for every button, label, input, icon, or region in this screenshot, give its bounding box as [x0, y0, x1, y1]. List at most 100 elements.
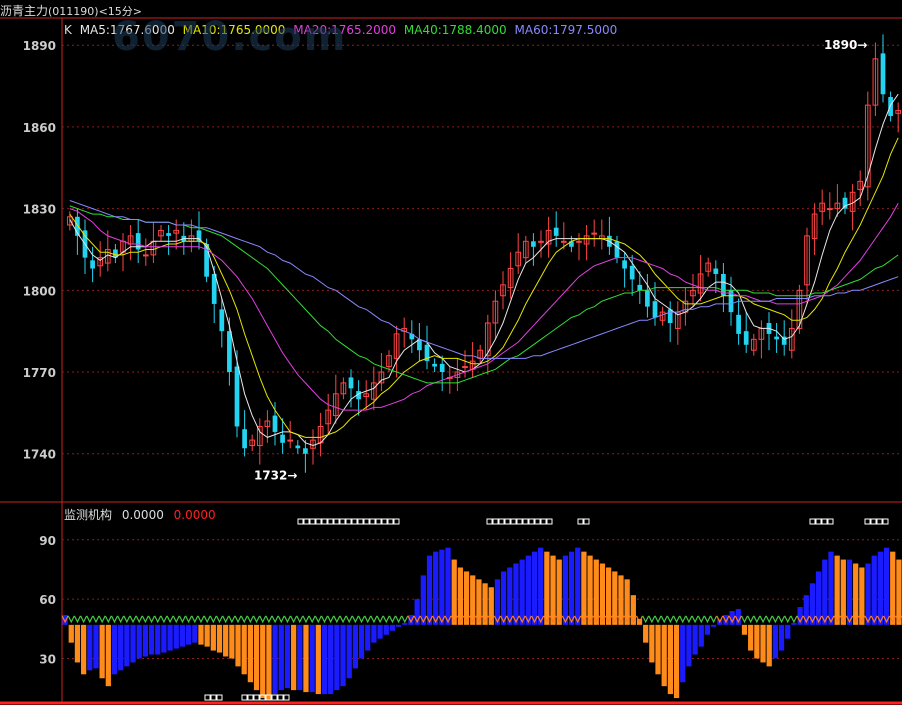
indicator-bar [828, 551, 834, 625]
indicator-bar [500, 571, 507, 625]
indicator-bar [741, 624, 748, 635]
indicator-bar [62, 614, 68, 625]
signal-marker [141, 615, 149, 624]
indicator-bar [118, 624, 124, 671]
candle-body [667, 309, 673, 323]
indicator-tick-label: 90 [39, 534, 56, 548]
indicator-bar [865, 563, 871, 625]
indicator-bar [334, 624, 340, 691]
candle-body [591, 232, 598, 235]
price-tick-label: 1740 [23, 448, 56, 462]
indicator-bar [513, 563, 519, 625]
indicator-bar [389, 624, 396, 631]
signal-marker [209, 615, 217, 624]
indicator-bar [99, 624, 105, 679]
indicator-bar [365, 624, 371, 651]
top-signal-square [486, 518, 493, 525]
indicator-bar [235, 624, 241, 667]
indicator-bar [463, 571, 470, 625]
signal-marker [778, 615, 786, 624]
price-tick-label: 1860 [23, 121, 56, 135]
indicator-bar [408, 614, 414, 625]
top-signal-square [303, 518, 310, 525]
indicator-bar [204, 624, 210, 647]
signal-marker [351, 615, 359, 624]
ma-line-ma40 [69, 205, 899, 384]
candle-body [142, 254, 149, 257]
indicator-bar [309, 624, 315, 693]
indicator-bar [192, 624, 198, 643]
candle-body [280, 434, 285, 443]
signal-marker [673, 615, 681, 624]
indicator-bar [457, 567, 464, 625]
indicator-bar [544, 551, 550, 625]
signal-marker [666, 615, 674, 624]
price-tick-label: 1830 [23, 203, 56, 217]
indicator-bar [68, 624, 74, 643]
indicator-bar [834, 555, 840, 625]
signal-marker [129, 615, 137, 624]
signal-marker [92, 615, 100, 624]
candle-body [629, 265, 635, 280]
candle-body [637, 284, 643, 291]
candle-body [432, 363, 437, 367]
indicator-bar [538, 547, 544, 625]
indicator-bar [507, 567, 513, 625]
top-signal-square [504, 518, 511, 525]
price-tick-label: 1800 [23, 284, 56, 298]
candle-body [645, 290, 650, 307]
top-signal-square [516, 518, 523, 525]
indicator-bar [643, 624, 649, 643]
signal-marker [747, 615, 755, 624]
indicator-bar [883, 547, 890, 625]
ma-line-ma5 [69, 93, 899, 447]
top-signal-square [827, 518, 834, 525]
bottom-signal-square [210, 694, 217, 701]
indicator-bar [210, 624, 216, 651]
top-signal-square [321, 518, 328, 525]
indicator-bar [297, 624, 303, 691]
k-label: K [64, 23, 72, 37]
indicator-bar [136, 624, 142, 659]
signal-marker [117, 615, 125, 624]
signal-marker [691, 615, 699, 624]
indicator-bar [451, 559, 457, 625]
top-signal-square [577, 518, 584, 525]
signal-marker [234, 615, 242, 624]
signal-marker [80, 615, 88, 624]
signal-marker [685, 615, 693, 624]
indicator-bar [358, 624, 365, 659]
signal-marker [110, 615, 119, 624]
indicator-bar [395, 624, 402, 627]
candle-body [713, 268, 719, 274]
indicator-bar [253, 624, 260, 691]
instrument-code: (011190) [48, 5, 99, 18]
signal-marker [253, 615, 261, 624]
signal-marker [388, 615, 396, 624]
signal-marker [265, 615, 273, 624]
indicator-bar [340, 624, 346, 687]
indicator-bar [111, 624, 118, 675]
indicator-bar [433, 551, 439, 625]
signal-marker [172, 615, 180, 624]
indicator-bar [605, 567, 612, 625]
indicator-bar [692, 624, 698, 655]
signal-marker [345, 615, 353, 624]
signal-marker [703, 615, 711, 624]
signal-marker [710, 615, 718, 624]
signal-marker [642, 615, 650, 624]
signal-marker [135, 615, 143, 624]
indicator-bar [519, 559, 525, 625]
bottom-signal-square [283, 694, 290, 701]
bottom-signal-square [204, 694, 211, 701]
candle-body [166, 233, 171, 236]
signal-marker [178, 615, 186, 624]
signal-marker [740, 615, 749, 624]
top-signal-square [345, 518, 352, 525]
indicator-bar [748, 624, 754, 651]
top-signal-square [815, 518, 822, 525]
candle-body [234, 366, 240, 427]
indicator-bar [581, 551, 587, 625]
indicator-bar [142, 624, 149, 657]
indicator-bar [822, 559, 828, 625]
